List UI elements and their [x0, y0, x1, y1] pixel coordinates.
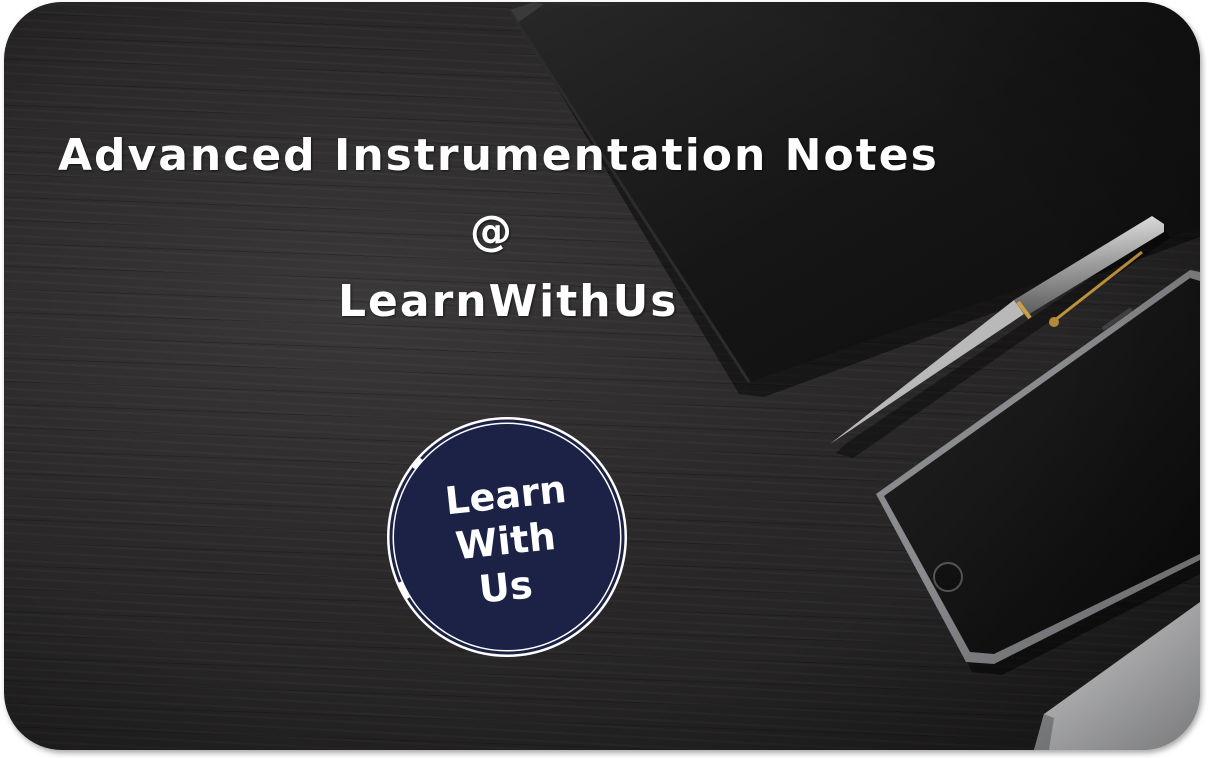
learnwithus-logo: Learn With Us [387, 417, 627, 657]
title-heading: Advanced Instrumentation Notes [58, 130, 939, 181]
title-at-symbol: @ [470, 206, 514, 255]
title-brand: LearnWithUs [338, 276, 679, 327]
logo-line-us: Us [477, 562, 535, 611]
banner-card: Advanced Instrumentation Notes @ LearnWi… [4, 2, 1200, 750]
